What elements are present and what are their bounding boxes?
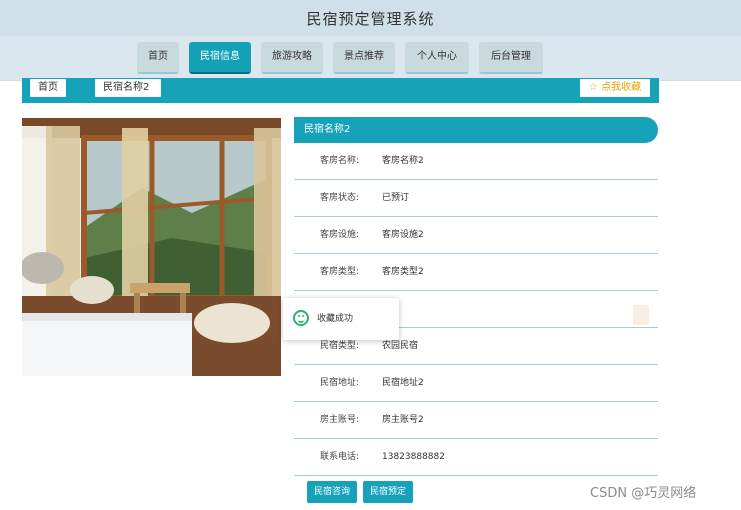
info-row-room-type: 客房类型: 客房类型2 bbox=[294, 254, 658, 291]
room-type-label: 客房类型: bbox=[320, 267, 360, 277]
owner-account-label: 房主账号: bbox=[320, 415, 360, 425]
breadcrumb-home[interactable]: 首页 bbox=[30, 79, 66, 97]
room-facilities-value: 客房设施2 bbox=[382, 230, 424, 240]
info-row-room-name: 客房名称: 客房名称2 bbox=[294, 143, 658, 180]
room-status-value: 已预订 bbox=[382, 193, 410, 203]
homestay-address-value: 民宿地址2 bbox=[382, 378, 424, 388]
room-name-value: 客房名称2 bbox=[382, 156, 424, 166]
cursor-icon bbox=[633, 305, 649, 325]
info-row-homestay-address: 民宿地址: 民宿地址2 bbox=[294, 365, 658, 402]
nav-item-admin[interactable]: 后台管理 bbox=[479, 42, 543, 74]
info-row-room-facilities: 客房设施: 客房设施2 bbox=[294, 217, 658, 254]
app-header: 民宿预定管理系统 bbox=[0, 0, 741, 36]
phone-value: 13823888882 bbox=[382, 452, 445, 462]
toast-message: 收藏成功 bbox=[317, 314, 354, 324]
nav-item-travel-guide[interactable]: 旅游攻略 bbox=[261, 42, 323, 74]
homestay-title: 民宿名称2 bbox=[294, 117, 658, 143]
success-toast: 收藏成功 bbox=[283, 298, 399, 340]
favorite-button[interactable]: ☆ 点我收藏 bbox=[580, 79, 650, 97]
owner-account-value: 房主账号2 bbox=[382, 415, 424, 425]
info-row-room-status: 客房状态: 已预订 bbox=[294, 180, 658, 217]
info-row-phone: 联系电话: 13823888882 bbox=[294, 439, 658, 476]
nav-item-home[interactable]: 首页 bbox=[137, 42, 179, 74]
main-nav: 首页 民宿信息 旅游攻略 景点推荐 个人中心 后台管理 bbox=[0, 36, 741, 81]
book-button[interactable]: 民宿预定 bbox=[363, 481, 413, 503]
room-photo bbox=[22, 118, 281, 376]
homestay-address-label: 民宿地址: bbox=[320, 378, 360, 388]
room-status-label: 客房状态: bbox=[320, 193, 360, 203]
room-type-value: 客房类型2 bbox=[382, 267, 424, 277]
room-facilities-label: 客房设施: bbox=[320, 230, 360, 240]
breadcrumb-bar: 首页 民宿名称2 ☆ 点我收藏 bbox=[22, 78, 659, 103]
phone-label: 联系电话: bbox=[320, 452, 360, 462]
info-row-owner-account: 房主账号: 房主账号2 bbox=[294, 402, 658, 439]
consult-button[interactable]: 民宿咨询 bbox=[307, 481, 357, 503]
nav-item-user-center[interactable]: 个人中心 bbox=[405, 42, 469, 74]
room-photo-illustration bbox=[22, 118, 281, 376]
app-title: 民宿预定管理系统 bbox=[306, 9, 435, 28]
nav-item-homestay-info[interactable]: 民宿信息 bbox=[189, 42, 251, 74]
nav-item-attractions[interactable]: 景点推荐 bbox=[333, 42, 395, 74]
smile-icon bbox=[293, 310, 309, 326]
breadcrumb-current: 民宿名称2 bbox=[95, 79, 161, 97]
watermark: CSDN @巧灵网络 bbox=[590, 486, 697, 501]
room-name-label: 客房名称: bbox=[320, 156, 360, 166]
